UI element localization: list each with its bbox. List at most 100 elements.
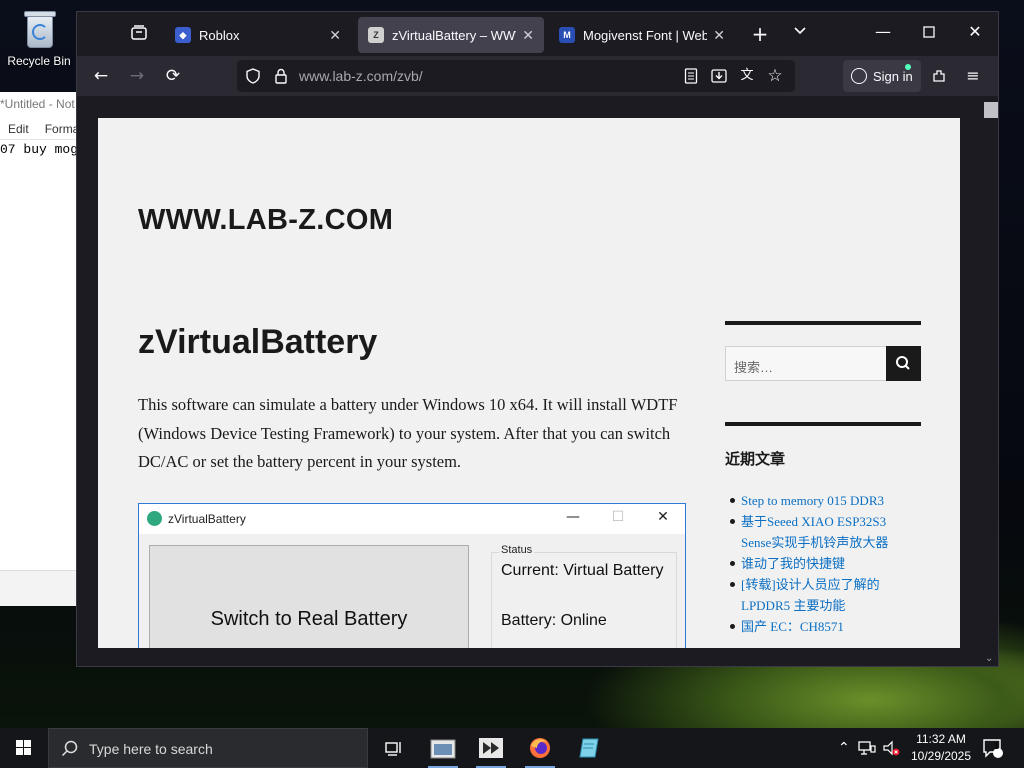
web-page: WWW.LAB-Z.COM zVirtualBattery This softw… <box>98 118 960 648</box>
maximize-icon[interactable] <box>914 22 944 42</box>
windows-logo-icon <box>16 740 31 755</box>
tab-label: Mogivenst Font | Webfon <box>583 27 708 43</box>
list-tabs-icon[interactable] <box>788 23 812 42</box>
tab-strip: ◆ Roblox ✕ Z zVirtualBattery – WWW.L ✕ M… <box>77 12 998 56</box>
screenshot-client-area: Switch to Real Battery Status Current: V… <box>139 534 685 648</box>
notification-icon <box>983 739 1003 758</box>
screenshot-switch-label: Switch to Real Battery <box>210 608 408 630</box>
lock-icon[interactable] <box>271 66 291 86</box>
back-icon[interactable]: ← <box>89 64 113 88</box>
action-center-button[interactable]: 1 <box>982 728 1004 768</box>
recent-post-link[interactable]: 谁动了我的快捷键 <box>730 553 930 574</box>
notepad-menubar: Edit Forma <box>0 116 80 140</box>
post-paragraph: This software can simulate a battery und… <box>138 395 678 471</box>
webfont-icon: M <box>559 27 575 43</box>
scroll-down-arrow-icon[interactable]: ⌄ <box>985 653 993 664</box>
close-tab-icon[interactable]: ✕ <box>329 27 341 44</box>
search-button[interactable] <box>886 346 921 381</box>
system-tray: ⌃ <box>838 728 900 768</box>
screenshot-close-icon: ✕ <box>657 509 669 525</box>
minimize-icon[interactable]: — <box>868 22 898 41</box>
account-icon <box>851 68 867 84</box>
screenshot-status-title: Status <box>499 544 535 556</box>
tab-label: zVirtualBattery – WWW.L <box>392 27 516 43</box>
url-text[interactable]: www.lab-z.com/zvb/ <box>299 68 423 84</box>
network-icon <box>858 741 876 755</box>
sign-in-button[interactable]: Sign in <box>843 60 921 92</box>
tab-zvirtualbattery[interactable]: Z zVirtualBattery – WWW.L ✕ <box>358 17 544 53</box>
recent-posts-list: Step to memory 015 DDR3 基于Seeed XIAO ESP… <box>730 490 930 637</box>
menu-edit[interactable]: Edit <box>8 122 29 136</box>
windows-taskbar: Type here to search ⌃ 11:32 AM 10/29/202… <box>0 728 1024 768</box>
vertical-scrollbar[interactable]: ⌄ <box>982 96 998 666</box>
tab-roblox[interactable]: ◆ Roblox ✕ <box>165 17 351 53</box>
start-button[interactable] <box>0 728 48 768</box>
post-title: zVirtualBattery <box>138 323 378 361</box>
bookmark-star-icon[interactable]: ☆ <box>765 66 785 86</box>
tab-label: Roblox <box>199 27 240 43</box>
screenshot-status-current: Current: Virtual Battery <box>501 562 664 579</box>
tab-groups-icon[interactable] <box>127 24 151 46</box>
sidebar-divider <box>725 422 921 426</box>
recycle-bin-shortcut[interactable]: Recycle Bin <box>4 6 74 68</box>
reader-view-icon[interactable] <box>681 66 701 86</box>
notification-count: 1 <box>994 741 1000 751</box>
new-tab-icon[interactable]: + <box>748 22 772 46</box>
file-explorer-taskbar-icon[interactable] <box>420 728 466 768</box>
app-screenshot-image: zVirtualBattery — ☐ ✕ Switch to Real Bat… <box>138 503 686 648</box>
recycle-bin-icon <box>19 6 59 50</box>
notepad-window[interactable]: *Untitled - Not Edit Forma 07 buy mog <box>0 92 80 606</box>
forward-icon[interactable]: → <box>125 64 149 88</box>
notepad-title: *Untitled - Not <box>0 92 80 116</box>
recent-post-link[interactable]: 基于Seeed XIAO ESP32S3 Sense实现手机铃声放大器 <box>730 511 930 553</box>
screenshot-status-battery: Battery: Online <box>501 612 607 629</box>
search-icon <box>61 740 78 757</box>
volume-muted-icon <box>883 740 900 756</box>
notepad-statusbar <box>0 570 80 606</box>
menu-format[interactable]: Forma <box>45 122 80 136</box>
task-view-icon[interactable] <box>370 728 416 768</box>
search-icon <box>896 356 910 370</box>
firefox-taskbar-icon[interactable] <box>517 728 563 768</box>
navigation-toolbar: ← → ⟳ www.lab-z.com/zvb/ 文 ☆ Sign in ≡ <box>77 56 998 96</box>
search-input[interactable]: 搜索… <box>725 346 887 381</box>
recent-posts-heading: 近期文章 <box>725 450 786 468</box>
screenshot-window-title: zVirtualBattery <box>168 512 246 526</box>
close-tab-icon[interactable]: ✕ <box>522 27 534 44</box>
translate-icon[interactable]: 文 <box>737 66 757 86</box>
page-viewport[interactable]: WWW.LAB-Z.COM zVirtualBattery This softw… <box>77 96 998 666</box>
lab-z-icon: Z <box>368 27 384 43</box>
close-tab-icon[interactable]: ✕ <box>713 27 725 44</box>
taskbar-search-placeholder: Type here to search <box>89 741 213 757</box>
screenshot-minimize-icon: — <box>566 509 580 525</box>
save-page-icon[interactable] <box>709 66 729 86</box>
clock-time: 11:32 AM <box>916 732 966 746</box>
taskbar-search-box[interactable]: Type here to search <box>48 728 368 768</box>
tab-mogivenst-font[interactable]: M Mogivenst Font | Webfon ✕ <box>549 17 735 53</box>
site-title-link[interactable]: WWW.LAB-Z.COM <box>138 204 393 237</box>
system-clock[interactable]: 11:32 AM 10/29/2025 <box>906 731 976 765</box>
notepad-text[interactable]: 07 buy mog <box>0 140 80 157</box>
media-app-taskbar-icon[interactable] <box>468 728 514 768</box>
recent-post-link[interactable]: 国产 EC：CH8571 <box>730 616 930 637</box>
reload-icon[interactable]: ⟳ <box>161 64 185 88</box>
screenshot-maximize-icon: ☐ <box>611 509 625 525</box>
recent-post-link[interactable]: [转载]设计人员应了解的 LPDDR5 主要功能 <box>730 574 930 616</box>
tracking-shield-icon[interactable] <box>243 66 263 86</box>
screenshot-titlebar: zVirtualBattery — ☐ ✕ <box>139 504 685 534</box>
notepad-taskbar-icon[interactable] <box>566 728 612 768</box>
notification-dot <box>905 64 911 70</box>
clock-date: 10/29/2025 <box>910 749 972 763</box>
close-window-icon[interactable]: ✕ <box>960 22 990 41</box>
recycle-bin-label: Recycle Bin <box>7 54 71 68</box>
menu-hamburger-icon[interactable]: ≡ <box>961 64 985 88</box>
firefox-window[interactable]: ◆ Roblox ✕ Z zVirtualBattery – WWW.L ✕ M… <box>76 11 999 667</box>
roblox-icon: ◆ <box>175 27 191 43</box>
chevron-up-icon[interactable]: ⌃ <box>838 740 850 756</box>
scrollbar-thumb[interactable] <box>984 102 998 118</box>
zvirtualbattery-app-icon <box>147 511 162 526</box>
recent-post-link[interactable]: Step to memory 015 DDR3 <box>730 490 930 511</box>
address-bar[interactable]: www.lab-z.com/zvb/ 文 ☆ <box>237 60 795 92</box>
extensions-icon[interactable] <box>927 64 951 88</box>
sign-in-label: Sign in <box>873 68 913 84</box>
